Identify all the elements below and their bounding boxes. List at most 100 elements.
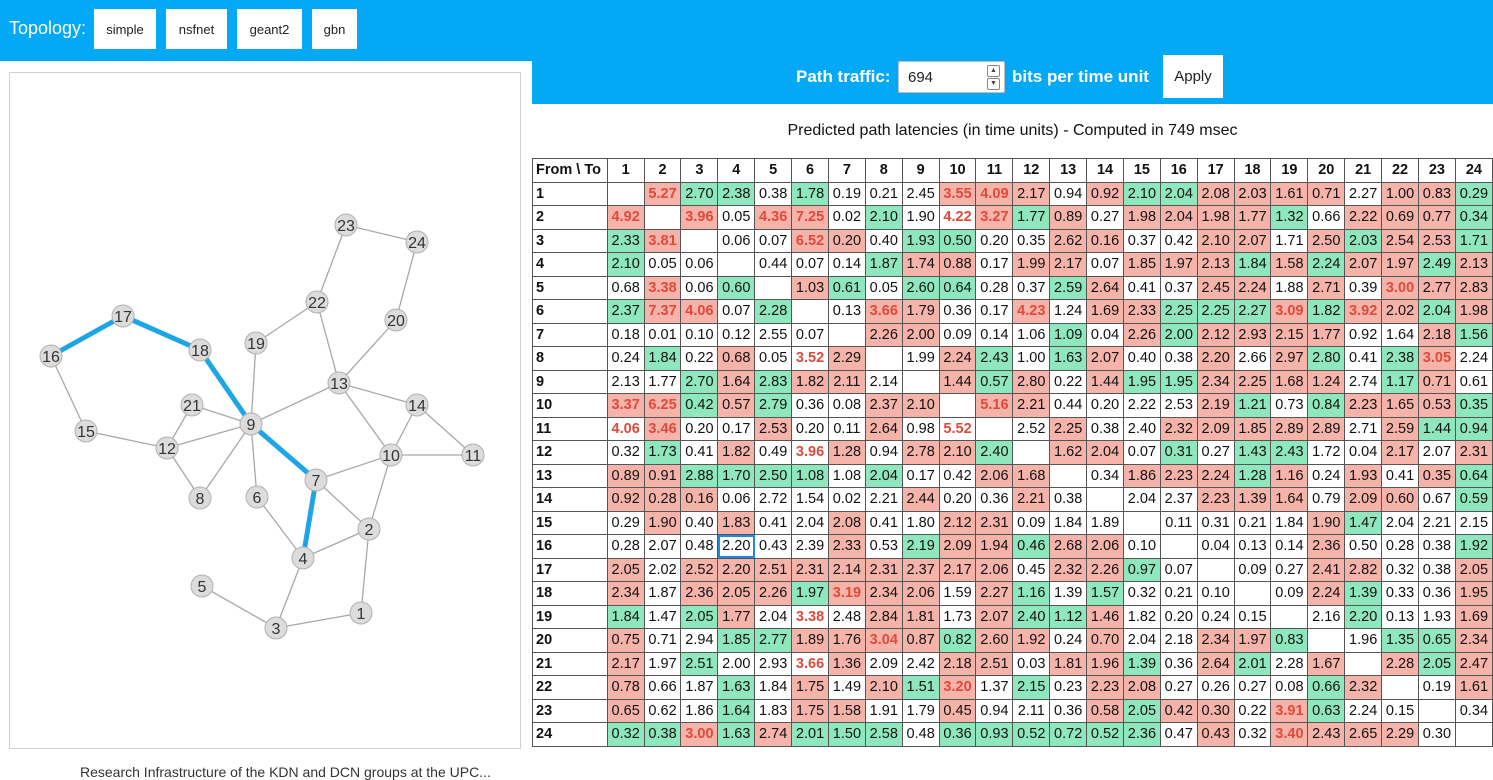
latency-cell[interactable]: 1.97 — [1233, 628, 1272, 653]
latency-cell[interactable]: 1.44 — [1086, 369, 1124, 394]
latency-cell[interactable]: 0.04 — [1196, 534, 1235, 559]
latency-cell[interactable]: 3.09 — [1270, 299, 1309, 324]
latency-cell[interactable]: 1.72 — [1307, 440, 1346, 465]
latency-cell[interactable]: 0.66 — [1307, 675, 1346, 700]
latency-cell[interactable]: 1.77 — [1012, 205, 1051, 230]
latency-cell[interactable]: 2.14 — [864, 369, 903, 394]
latency-cell[interactable]: 2.64 — [864, 416, 903, 441]
latency-cell[interactable]: 1.63 — [717, 675, 756, 700]
latency-cell[interactable]: 2.21 — [1012, 487, 1051, 512]
latency-cell[interactable]: 1.93 — [1344, 463, 1383, 488]
latency-cell[interactable]: 0.17 — [975, 299, 1014, 324]
latency-cell[interactable]: 3.38 — [643, 275, 682, 300]
latency-cell[interactable]: 2.47 — [1454, 651, 1493, 676]
latency-cell[interactable]: 0.79 — [1307, 487, 1346, 512]
latency-cell[interactable]: 0.27 — [1233, 675, 1272, 700]
latency-cell[interactable]: 3.40 — [1270, 722, 1309, 747]
latency-cell[interactable]: 0.06 — [717, 487, 756, 512]
latency-cell[interactable]: 1.06 — [1012, 322, 1051, 347]
latency-cell[interactable]: 1.84 — [643, 346, 682, 371]
latency-cell[interactable]: 1.82 — [791, 369, 829, 394]
latency-cell[interactable]: 0.29 — [1454, 181, 1493, 206]
latency-cell[interactable]: 1.90 — [643, 510, 682, 535]
latency-cell[interactable]: 2.25 — [1233, 369, 1272, 394]
latency-cell[interactable]: 2.49 — [1417, 252, 1456, 277]
latency-cell[interactable]: 0.20 — [1086, 393, 1124, 418]
latency-cell[interactable]: 2.48 — [827, 604, 866, 629]
latency-cell[interactable]: 1.71 — [1454, 228, 1493, 253]
latency-cell[interactable]: 0.68 — [717, 346, 756, 371]
latency-cell[interactable]: 1.51 — [901, 675, 940, 700]
latency-cell[interactable]: 2.45 — [901, 181, 940, 206]
latency-cell[interactable]: 2.05 — [717, 581, 756, 606]
latency-cell[interactable]: 1.28 — [1233, 463, 1272, 488]
latency-cell[interactable]: 3.04 — [864, 628, 903, 653]
graph-node[interactable]: 5 — [190, 574, 214, 598]
latency-cell[interactable] — [1270, 604, 1309, 629]
latency-cell[interactable]: 0.11 — [1159, 510, 1198, 535]
latency-cell[interactable]: 2.28 — [1270, 651, 1309, 676]
latency-cell[interactable]: 3.96 — [680, 205, 719, 230]
latency-cell[interactable]: 1.73 — [938, 604, 977, 629]
latency-cell[interactable]: 2.70 — [680, 369, 719, 394]
latency-cell[interactable]: 0.02 — [827, 205, 866, 230]
latency-cell[interactable]: 1.00 — [1012, 346, 1051, 371]
latency-cell[interactable]: 2.05 — [1122, 698, 1161, 723]
latency-cell[interactable]: 0.36 — [975, 487, 1014, 512]
latency-cell[interactable]: 0.28 — [606, 534, 645, 559]
latency-cell[interactable]: 2.34 — [864, 581, 903, 606]
latency-cell[interactable]: 5.16 — [975, 393, 1014, 418]
latency-cell[interactable]: 1.95 — [1454, 581, 1493, 606]
latency-cell[interactable]: 2.07 — [1086, 346, 1124, 371]
latency-cell[interactable]: 2.72 — [754, 487, 793, 512]
latency-cell[interactable]: 1.85 — [717, 628, 756, 653]
latency-cell[interactable]: 1.90 — [901, 205, 940, 230]
latency-cell[interactable]: 2.24 — [1196, 463, 1235, 488]
latency-cell[interactable]: 2.12 — [1196, 322, 1235, 347]
latency-cell[interactable]: 1.65 — [1381, 393, 1419, 418]
latency-cell[interactable]: 1.97 — [1159, 252, 1198, 277]
latency-cell[interactable]: 1.84 — [1049, 510, 1088, 535]
latency-cell[interactable]: 0.48 — [901, 722, 940, 747]
latency-cell[interactable]: 2.31 — [1454, 440, 1493, 465]
latency-cell[interactable] — [827, 322, 866, 347]
latency-cell[interactable]: 7.37 — [643, 299, 682, 324]
latency-cell[interactable]: 1.16 — [1012, 581, 1051, 606]
latency-cell[interactable]: 2.24 — [1307, 252, 1346, 277]
latency-cell[interactable]: 1.95 — [1122, 369, 1161, 394]
latency-cell[interactable]: 0.38 — [754, 181, 793, 206]
latency-cell[interactable]: 0.91 — [643, 463, 682, 488]
latency-cell[interactable]: 2.09 — [864, 651, 903, 676]
latency-cell[interactable]: 3.00 — [680, 722, 719, 747]
latency-cell[interactable]: 1.35 — [1381, 628, 1419, 653]
latency-cell[interactable]: 0.52 — [1086, 722, 1124, 747]
graph-node[interactable]: 17 — [111, 304, 135, 328]
latency-cell[interactable]: 0.50 — [1344, 534, 1383, 559]
latency-cell[interactable]: 1.32 — [1270, 205, 1309, 230]
latency-cell[interactable]: 2.37 — [864, 393, 903, 418]
latency-cell[interactable]: 0.06 — [717, 228, 756, 253]
latency-cell[interactable]: 0.53 — [1417, 393, 1456, 418]
latency-cell[interactable]: 1.59 — [938, 581, 977, 606]
topology-gbn-button[interactable]: gbn — [312, 9, 357, 49]
latency-cell[interactable]: 2.28 — [754, 299, 793, 324]
latency-cell[interactable]: 2.31 — [864, 557, 903, 582]
latency-cell[interactable]: 1.64 — [717, 369, 756, 394]
latency-cell[interactable]: 1.82 — [1122, 604, 1161, 629]
latency-cell[interactable]: 1.36 — [827, 651, 866, 676]
latency-cell[interactable] — [643, 205, 682, 230]
latency-cell[interactable]: 2.33 — [606, 228, 645, 253]
latency-cell[interactable]: 3.66 — [791, 651, 829, 676]
latency-cell[interactable]: 0.69 — [1381, 205, 1419, 230]
latency-cell[interactable]: 1.57 — [1086, 581, 1124, 606]
latency-cell[interactable]: 0.13 — [1381, 604, 1419, 629]
latency-cell[interactable]: 0.98 — [901, 416, 940, 441]
latency-cell[interactable]: 2.07 — [1233, 228, 1272, 253]
latency-cell[interactable]: 2.36 — [1307, 534, 1346, 559]
latency-cell[interactable]: 2.31 — [791, 557, 829, 582]
latency-cell[interactable]: 1.94 — [975, 534, 1014, 559]
number-spinner[interactable]: ▲ ▼ — [987, 65, 1000, 90]
latency-cell[interactable]: 0.32 — [1381, 557, 1419, 582]
latency-cell[interactable]: 0.15 — [1381, 698, 1419, 723]
latency-cell[interactable]: 2.21 — [1012, 393, 1051, 418]
